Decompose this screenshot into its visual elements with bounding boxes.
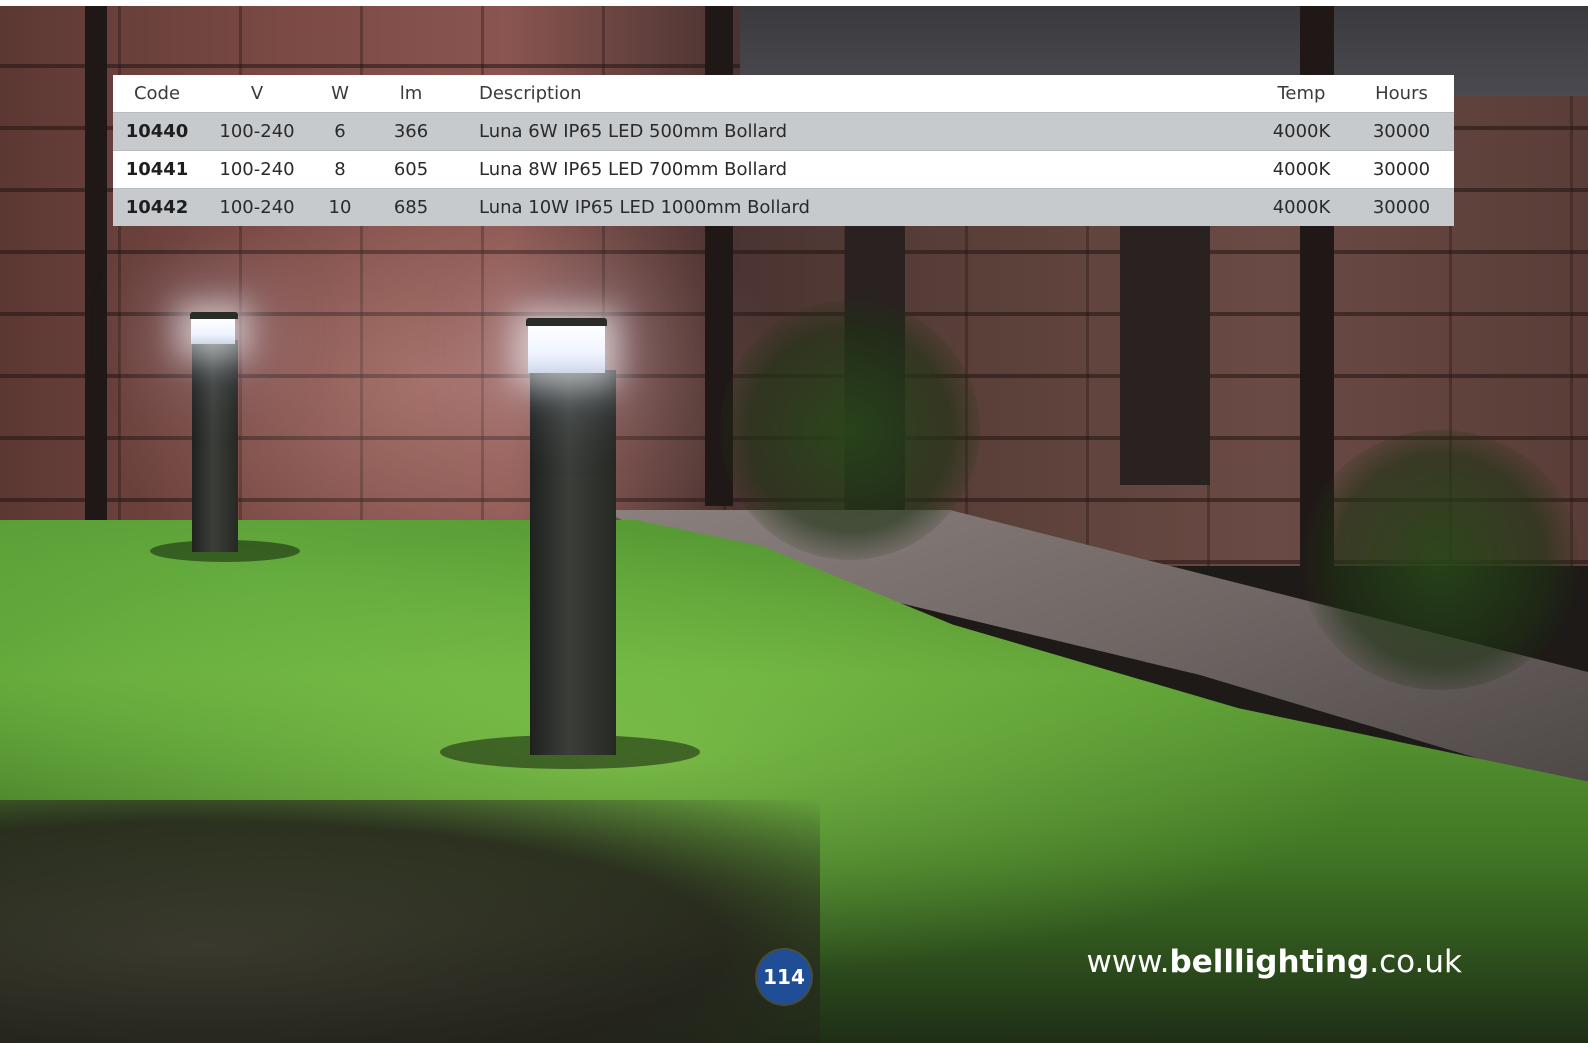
cell-lumens: 366: [367, 112, 455, 151]
page-number: 114: [763, 965, 805, 989]
cell-voltage: 100-240: [201, 112, 313, 151]
cell-temp: 4000K: [1254, 150, 1349, 189]
bollard-small-cap: [190, 312, 238, 319]
header-description: Description: [455, 75, 1254, 113]
cell-lumens: 605: [367, 150, 455, 189]
cell-lumens: 685: [367, 188, 455, 226]
cell-voltage: 100-240: [201, 150, 313, 189]
table-row: 10441 100-240 8 605 Luna 8W IP65 LED 700…: [113, 150, 1454, 189]
cell-temp: 4000K: [1254, 112, 1349, 151]
cell-description: Luna 8W IP65 LED 700mm Bollard: [455, 150, 1254, 189]
window-recess: [1120, 225, 1210, 485]
website-brand: belllighting: [1169, 944, 1370, 980]
cell-voltage: 100-240: [201, 188, 313, 226]
cell-hours: 30000: [1349, 150, 1454, 189]
cell-watts: 8: [313, 150, 367, 189]
bollard-small: [192, 340, 238, 552]
bollard-small-light: [191, 318, 235, 344]
drainpipe-left: [85, 6, 107, 526]
header-lumens: lm: [367, 75, 455, 113]
cell-watts: 10: [313, 188, 367, 226]
cell-code: 10440: [113, 112, 201, 151]
cell-watts: 6: [313, 112, 367, 151]
header-watts: W: [313, 75, 367, 113]
bollard-large: [530, 370, 616, 755]
header-hours: Hours: [1349, 75, 1454, 113]
cell-hours: 30000: [1349, 188, 1454, 226]
header-voltage: V: [201, 75, 313, 113]
cell-code: 10442: [113, 188, 201, 226]
header-code: Code: [113, 75, 201, 113]
header-temp: Temp: [1254, 75, 1349, 113]
cell-description: Luna 10W IP65 LED 1000mm Bollard: [455, 188, 1254, 226]
website-prefix: www.: [1086, 944, 1170, 980]
bollard-large-cap: [526, 318, 607, 326]
website-suffix: .co.uk: [1369, 944, 1462, 980]
shrub-right: [1300, 430, 1580, 690]
website-url[interactable]: www.belllighting.co.uk: [1086, 944, 1462, 980]
page-number-badge: 114: [757, 950, 811, 1004]
cell-code: 10441: [113, 150, 201, 189]
table-row: 10442 100-240 10 685 Luna 10W IP65 LED 1…: [113, 188, 1454, 226]
cell-description: Luna 6W IP65 LED 500mm Bollard: [455, 112, 1254, 151]
spec-table: Code V W lm Description Temp Hours 10440…: [113, 75, 1454, 226]
shrub-center: [720, 300, 980, 560]
table-header-row: Code V W lm Description Temp Hours: [113, 75, 1454, 113]
cobblestone-area: [0, 800, 820, 1043]
cell-hours: 30000: [1349, 112, 1454, 151]
bollard-large-light: [528, 325, 605, 373]
cell-temp: 4000K: [1254, 188, 1349, 226]
table-row: 10440 100-240 6 366 Luna 6W IP65 LED 500…: [113, 112, 1454, 151]
